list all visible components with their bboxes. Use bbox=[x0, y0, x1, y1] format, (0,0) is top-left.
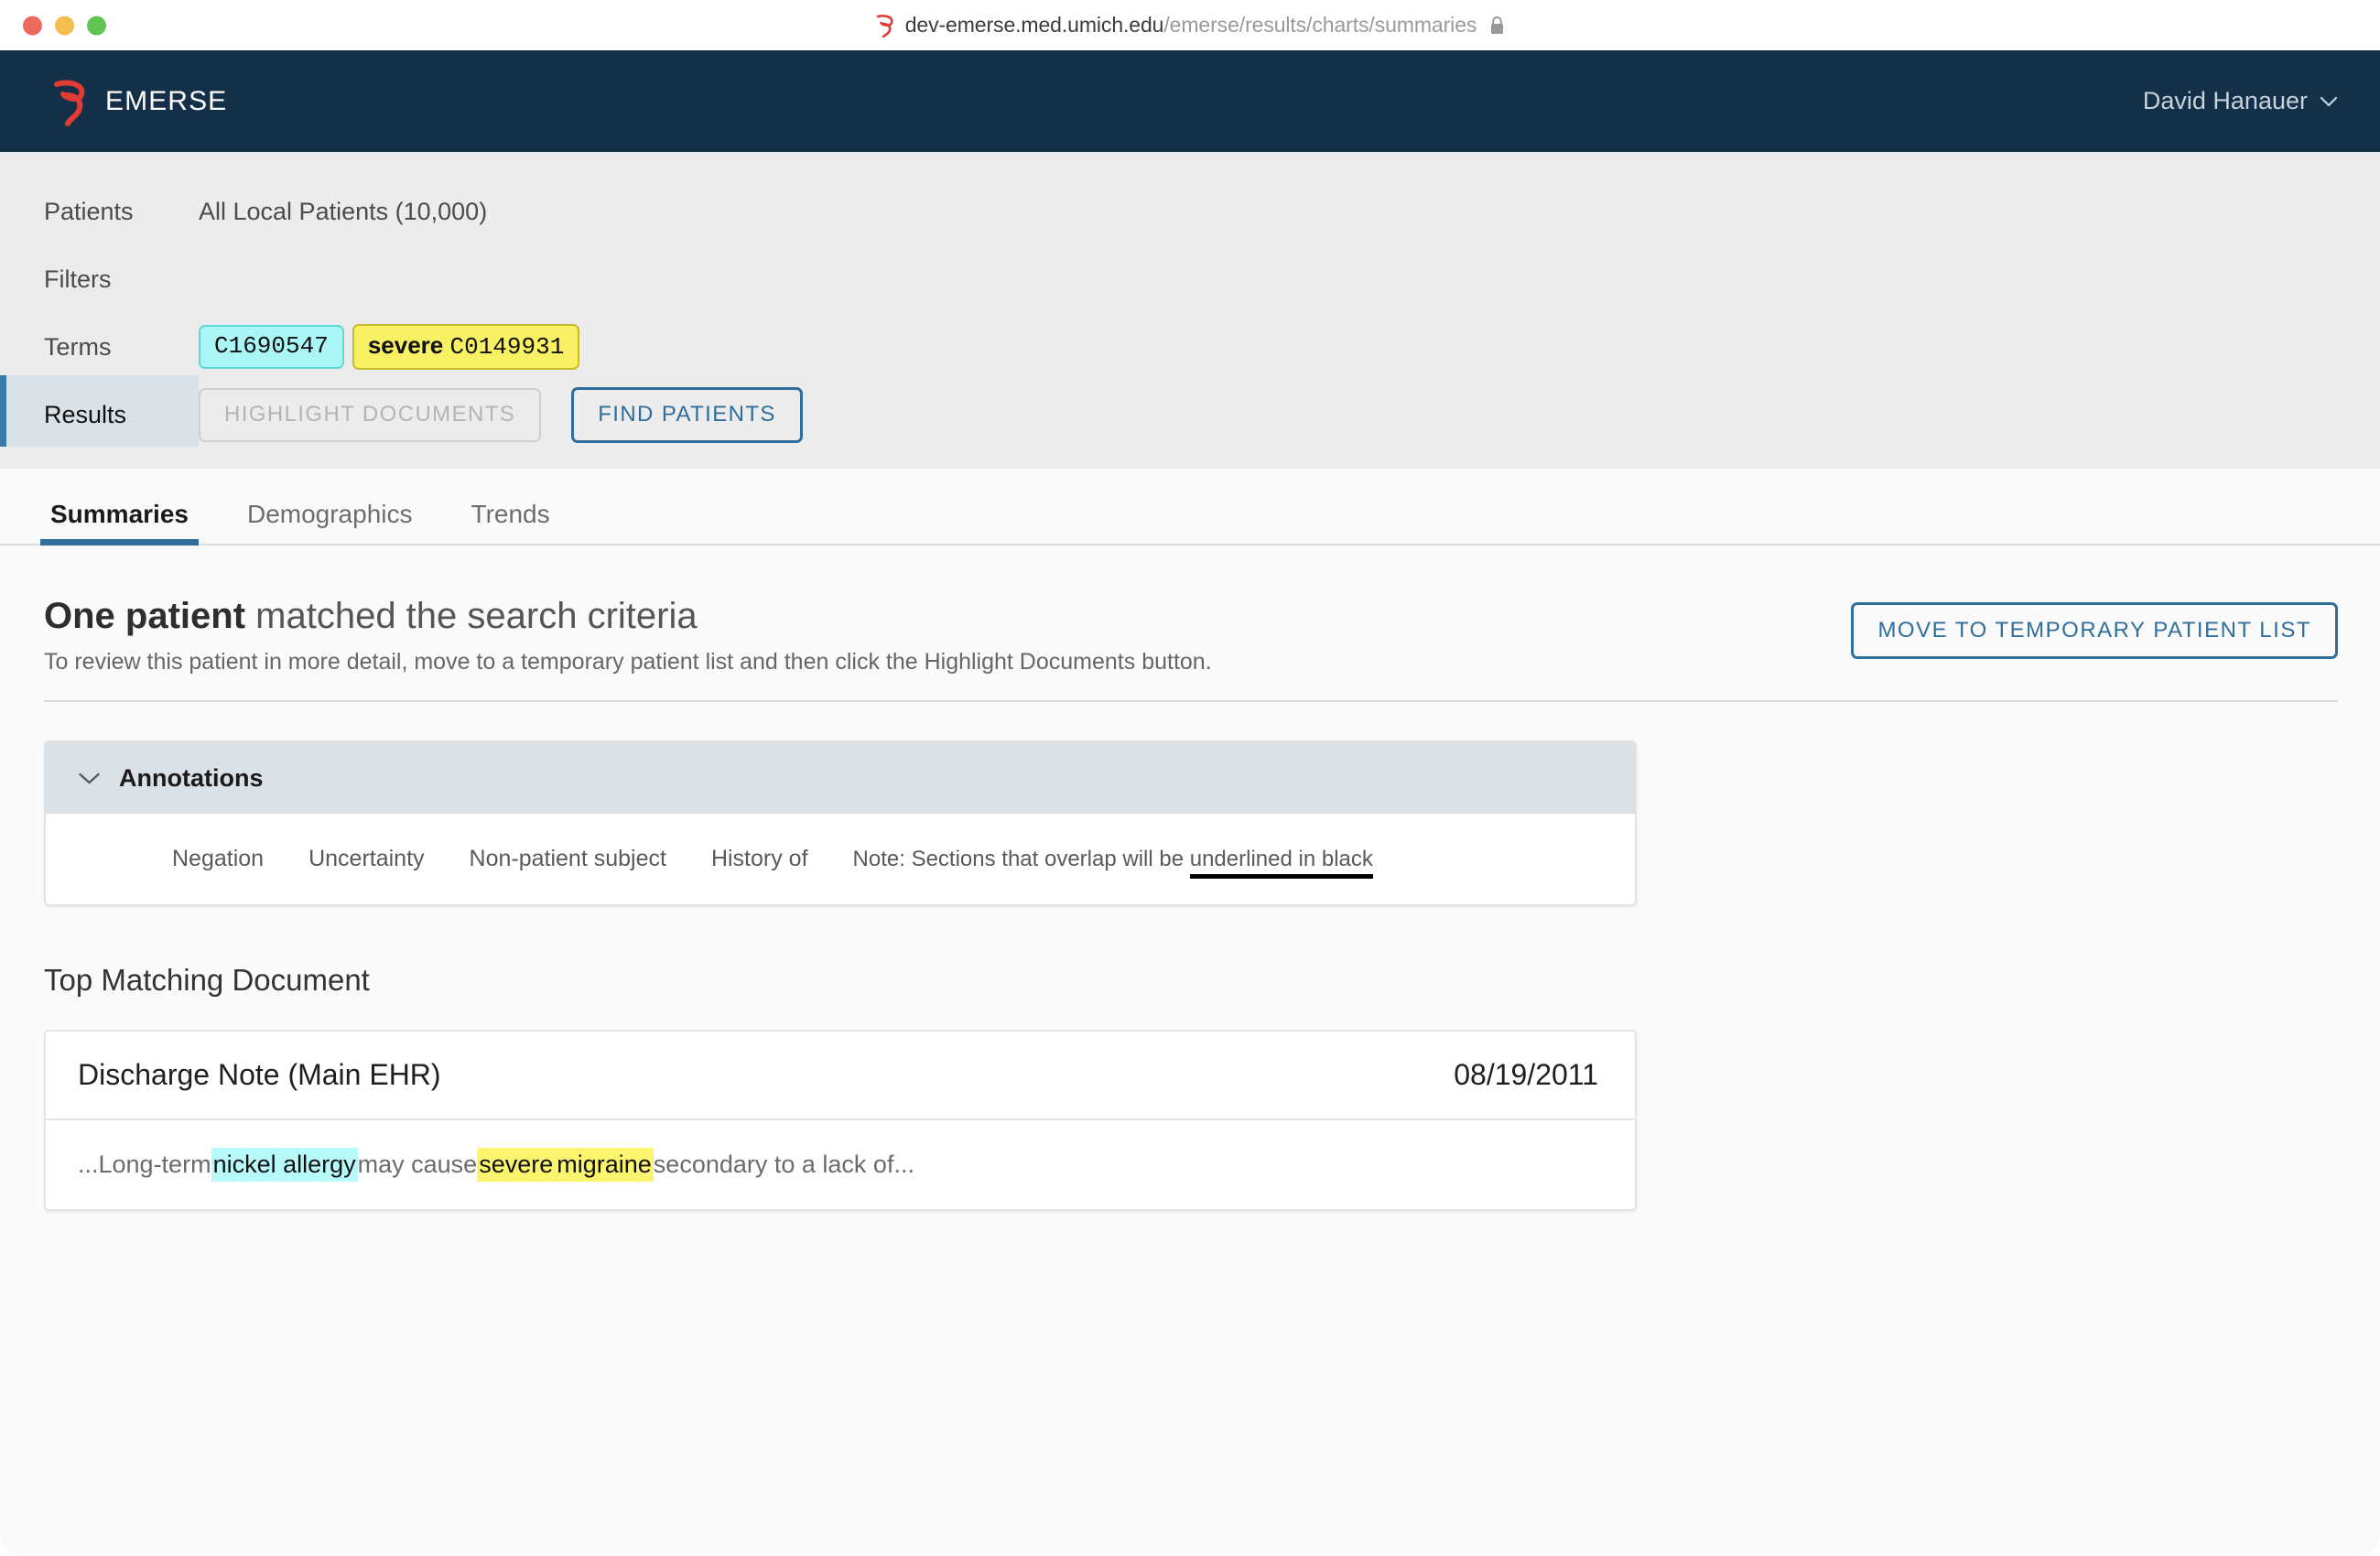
brand-name: EMERSE bbox=[105, 85, 228, 116]
browser-titlebar: dev-emerse.med.umich.edu/emerse/results/… bbox=[0, 0, 2380, 50]
user-menu[interactable]: David Hanauer bbox=[2143, 87, 2338, 115]
query-row-terms: Terms C1690547 severe C0149931 bbox=[0, 313, 2380, 381]
app-header: EMERSE David Hanauer bbox=[0, 50, 2380, 152]
annotations-title: Annotations bbox=[119, 763, 264, 792]
top-matching-document-title: Top Matching Document bbox=[44, 963, 370, 997]
page-subtitle: To review this patient in more detail, m… bbox=[44, 649, 1212, 675]
snippet-highlight-yellow-1: severe bbox=[477, 1148, 556, 1182]
query-panel: Patients All Local Patients (10,000) Fil… bbox=[0, 152, 2380, 469]
tab-trends[interactable]: Trends bbox=[461, 500, 560, 544]
term-chip-code: C1690547 bbox=[214, 331, 329, 360]
annotations-card: Annotations Negation Uncertainty Non-pat… bbox=[44, 740, 1637, 906]
results-header: One patient matched the search criteria … bbox=[44, 593, 2338, 675]
close-window-button[interactable] bbox=[23, 16, 42, 35]
minimize-window-button[interactable] bbox=[55, 16, 74, 35]
term-chip-cyan[interactable]: C1690547 bbox=[199, 324, 344, 370]
sidebar-item-filters[interactable]: Filters bbox=[0, 265, 199, 294]
chevron-down-icon bbox=[2320, 96, 2338, 107]
query-row-results: Results HIGHLIGHT DOCUMENTS FIND PATIENT… bbox=[0, 375, 2380, 448]
match-count: One patient bbox=[44, 596, 246, 636]
url-host: dev-emerse.med.umich.edu bbox=[904, 13, 1164, 37]
annotation-non-patient-subject[interactable]: Non-patient subject bbox=[470, 846, 666, 872]
user-name: David Hanauer bbox=[2142, 87, 2308, 114]
annotations-note-prefix: Note: Sections that overlap will be bbox=[852, 846, 1190, 871]
zoom-window-button[interactable] bbox=[87, 16, 106, 35]
chevron-down-icon bbox=[79, 773, 100, 784]
emerse-favicon-icon bbox=[876, 14, 893, 38]
annotations-body: Negation Uncertainty Non-patient subject… bbox=[46, 814, 1635, 904]
match-count-suffix: matched the search criteria bbox=[245, 596, 698, 636]
patients-value[interactable]: All Local Patients (10,000) bbox=[199, 198, 487, 226]
snippet-highlight-cyan: nickel allergy bbox=[211, 1148, 358, 1182]
sidebar-item-results[interactable]: Results bbox=[0, 401, 199, 429]
term-chip-code: C0149931 bbox=[449, 332, 565, 361]
emerse-logo-icon bbox=[54, 80, 85, 126]
snippet-highlight-yellow-2: migraine bbox=[555, 1148, 654, 1182]
move-to-temporary-patient-list-button[interactable]: MOVE TO TEMPORARY PATIENT LIST bbox=[1851, 602, 2338, 659]
sidebar-item-patients[interactable]: Patients bbox=[0, 198, 199, 226]
snippet-part-1: ...Long-term bbox=[78, 1151, 211, 1178]
term-chip-yellow[interactable]: severe C0149931 bbox=[352, 323, 580, 371]
document-card-header: Discharge Note (Main EHR) 08/19/2011 bbox=[46, 1032, 1635, 1120]
snippet-part-4: secondary to a lack of... bbox=[653, 1151, 914, 1178]
document-snippet: ...Long-term nickel allergy may cause se… bbox=[46, 1120, 1635, 1209]
browser-window: dev-emerse.med.umich.edu/emerse/results/… bbox=[0, 0, 2380, 1556]
find-patients-button[interactable]: FIND PATIENTS bbox=[571, 386, 803, 443]
results-tabs: Summaries Demographics Trends bbox=[0, 469, 2380, 546]
page-title: One patient matched the search criteria bbox=[44, 593, 1212, 639]
query-row-patients: Patients All Local Patients (10,000) bbox=[0, 178, 2380, 245]
lock-icon bbox=[1491, 16, 1504, 34]
tab-summaries[interactable]: Summaries bbox=[40, 500, 199, 546]
url-path: /emerse/results/charts/summaries bbox=[1163, 13, 1477, 37]
main-content: One patient matched the search criteria … bbox=[0, 546, 2380, 1556]
query-row-filters: Filters bbox=[0, 245, 2380, 313]
results-header-text: One patient matched the search criteria … bbox=[44, 593, 1212, 675]
tab-demographics[interactable]: Demographics bbox=[237, 500, 423, 544]
document-title: Discharge Note (Main EHR) bbox=[78, 1058, 441, 1091]
annotations-note-underlined: underlined in black bbox=[1189, 846, 1373, 879]
traffic-lights bbox=[23, 16, 106, 35]
annotation-negation[interactable]: Negation bbox=[172, 846, 264, 872]
sidebar-item-terms[interactable]: Terms bbox=[0, 333, 199, 362]
snippet-part-2: may cause bbox=[357, 1151, 478, 1178]
brand-logo[interactable]: EMERSE bbox=[50, 76, 227, 127]
annotation-history-of[interactable]: History of bbox=[711, 846, 808, 872]
annotation-uncertainty[interactable]: Uncertainty bbox=[308, 846, 424, 872]
term-chip-keyword: severe bbox=[367, 330, 444, 359]
document-date: 08/19/2011 bbox=[1454, 1058, 1598, 1091]
document-card[interactable]: Discharge Note (Main EHR) 08/19/2011 ...… bbox=[44, 1030, 1637, 1211]
annotations-note: Note: Sections that overlap will be unde… bbox=[852, 846, 1373, 879]
annotations-header[interactable]: Annotations bbox=[46, 742, 1635, 814]
term-chip-list: C1690547 severe C0149931 bbox=[199, 323, 580, 371]
highlight-documents-button[interactable]: HIGHLIGHT DOCUMENTS bbox=[199, 387, 542, 442]
header-divider bbox=[44, 700, 2338, 702]
address-bar[interactable]: dev-emerse.med.umich.edu/emerse/results/… bbox=[875, 14, 1506, 38]
query-action-buttons: HIGHLIGHT DOCUMENTS FIND PATIENTS bbox=[199, 386, 803, 443]
